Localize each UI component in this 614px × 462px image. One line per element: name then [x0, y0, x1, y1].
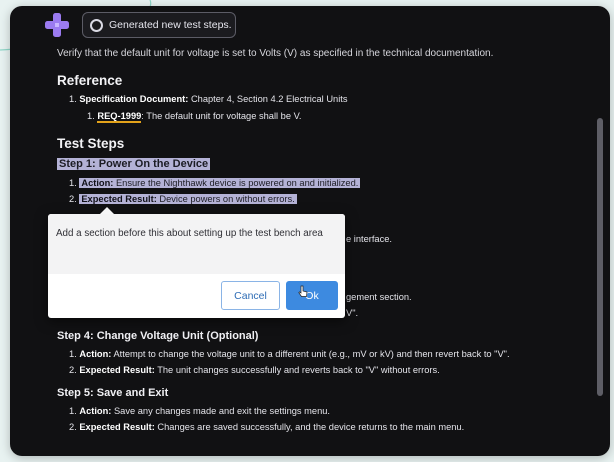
scrollbar[interactable]: [597, 118, 603, 396]
notification-toast: Generated new test steps.: [82, 12, 236, 38]
hand-cursor-icon: [298, 285, 308, 297]
step1-result: 2. Expected Result: Device powers on wit…: [69, 194, 297, 204]
editor-window: Verify that the default unit for voltage…: [10, 6, 610, 456]
partial-text: V".: [346, 308, 359, 318]
ok-button[interactable]: Ok: [286, 281, 338, 310]
step5-title: Step 5: Save and Exit: [57, 387, 169, 399]
cancel-button[interactable]: Cancel: [221, 281, 280, 310]
status-circle-icon: [90, 18, 103, 32]
requirement-item: 1. REQ-1999: The default unit for voltag…: [87, 111, 302, 123]
reference-item: 1. Specification Document: Chapter 4, Se…: [69, 94, 348, 104]
step1-title: Step 1: Power On the Device: [57, 158, 211, 170]
reference-heading: Reference: [57, 73, 123, 88]
test-steps-heading: Test Steps: [57, 136, 125, 151]
step4-action: 1. Action: Attempt to change the voltage…: [69, 349, 510, 359]
requirement-link[interactable]: REQ-1999: [97, 111, 142, 123]
partial-text: gement section.: [346, 292, 412, 302]
notification-text: Generated new test steps.: [109, 19, 232, 31]
comment-dialog: Add a section before this about setting …: [48, 207, 345, 318]
step5-action: 1. Action: Save any changes made and exi…: [69, 406, 331, 416]
step1-action: 1. Action: Ensure the Nighthawk device i…: [69, 178, 361, 188]
dialog-message: Add a section before this about setting …: [48, 214, 345, 274]
step4-title: Step 4: Change Voltage Unit (Optional): [57, 330, 259, 342]
step4-result: 2. Expected Result: The unit changes suc…: [69, 365, 440, 375]
step5-result: 2. Expected Result: Changes are saved su…: [69, 422, 465, 432]
truncated-line: Verify that the default unit for voltage…: [57, 48, 494, 59]
app-logo-icon: [45, 13, 69, 37]
dialog-pointer: [100, 207, 114, 214]
partial-text: e interface.: [346, 234, 392, 244]
